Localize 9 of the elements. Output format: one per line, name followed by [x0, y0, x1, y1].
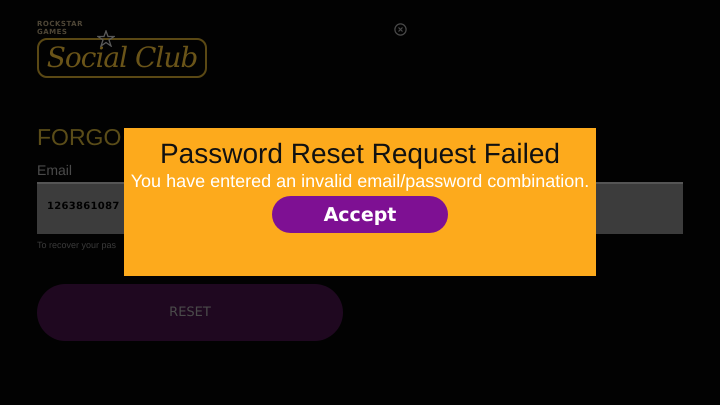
star-icon: [97, 30, 115, 47]
accept-button[interactable]: Accept: [272, 196, 448, 233]
dialog-message: You have entered an invalid email/password combination.: [130, 170, 590, 192]
close-icon[interactable]: [394, 23, 407, 36]
email-label: Email: [37, 162, 72, 178]
dialog-title: Password Reset Request Failed: [160, 138, 560, 170]
hint-text: To recover your pas: [37, 240, 118, 250]
page-heading: FORGO: [37, 123, 122, 152]
logo-wordmark: Social Club: [37, 38, 207, 78]
